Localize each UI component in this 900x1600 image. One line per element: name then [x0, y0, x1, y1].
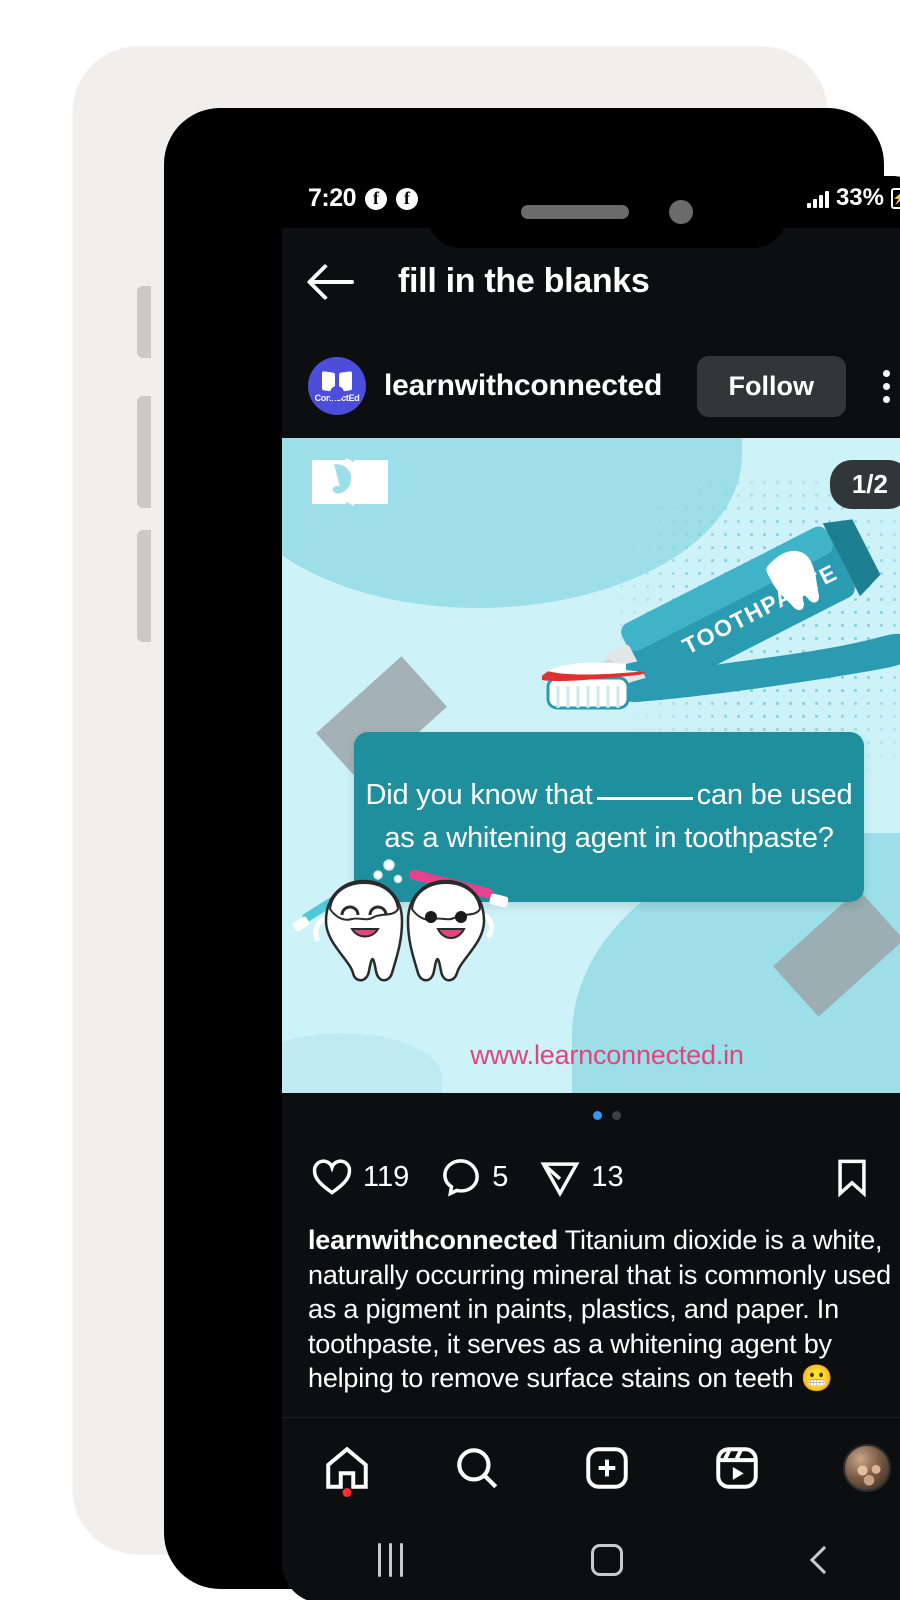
carousel-dot-1[interactable] [593, 1110, 602, 1120]
carousel-dot-2[interactable] [612, 1110, 621, 1120]
bottom-navigation-bar [282, 1417, 900, 1517]
more-options-icon[interactable] [864, 369, 900, 403]
website-url: www.learnconnected.in [470, 1040, 744, 1070]
nav-profile-button[interactable] [832, 1437, 900, 1499]
page-title: fill in the blanks [398, 261, 650, 300]
comment-action[interactable]: 5 [439, 1155, 508, 1199]
android-recents-button[interactable] [342, 1532, 438, 1588]
plus-square-icon[interactable] [582, 1443, 632, 1493]
quiz-blank [596, 796, 693, 800]
post-username[interactable]: learnwithconnected [384, 369, 679, 403]
like-count: 119 [363, 1160, 410, 1193]
signal-icon [806, 188, 829, 208]
screenshot-stage: 7:20 f f 33% ⚡ fill in the blanks learnw… [0, 0, 900, 1600]
phone-frame: 7:20 f f 33% ⚡ fill in the blanks learnw… [74, 48, 900, 1600]
share-paper-plane-icon[interactable] [538, 1155, 582, 1199]
facebook-messenger-icon: f [396, 187, 419, 210]
home-notification-badge [342, 1487, 352, 1497]
profile-avatar[interactable] [843, 1443, 891, 1492]
carousel-dots [282, 1093, 900, 1137]
avatar[interactable]: ConnectEd [308, 357, 366, 415]
post-actions-bar: 119 5 13 [282, 1137, 900, 1217]
save-action[interactable] [830, 1155, 874, 1199]
toothpaste-illustration: TOOTHPASTE [542, 519, 900, 710]
carousel-counter-badge: 1/2 [829, 460, 900, 509]
home-square-icon [590, 1544, 623, 1576]
comment-count: 5 [492, 1160, 509, 1193]
phone-bezel: 7:20 f f 33% ⚡ fill in the blanks learnw… [164, 108, 900, 1600]
status-bar-right: 33% ⚡ [806, 184, 900, 212]
android-home-button[interactable] [559, 1532, 655, 1588]
home-icon[interactable] [322, 1443, 372, 1493]
comment-icon[interactable] [439, 1155, 483, 1199]
share-count: 13 [591, 1160, 624, 1193]
battery-charging-icon: ⚡ [891, 187, 900, 209]
status-bar-left: 7:20 f f [308, 184, 419, 213]
post-caption: learnwithconnected Titanium dioxide is a… [282, 1217, 900, 1396]
reels-icon[interactable] [712, 1443, 762, 1493]
grimacing-face-emoji: 😬 [800, 1363, 834, 1394]
nav-reels-button[interactable] [702, 1437, 772, 1499]
quiz-line-1-before: Did you know that [365, 778, 593, 811]
connected-book-logo-icon [312, 458, 388, 506]
earpiece-speaker [521, 205, 629, 219]
phone-side-button-silent[interactable] [137, 286, 151, 358]
cartoon-teeth-illustration [292, 859, 509, 982]
book-logo-icon [322, 372, 352, 400]
nav-home-button[interactable] [312, 1437, 382, 1499]
share-action[interactable]: 13 [538, 1155, 624, 1199]
android-navigation-bar [282, 1517, 900, 1600]
android-back-button[interactable] [776, 1532, 872, 1588]
heart-icon[interactable] [310, 1155, 354, 1199]
recents-icon [377, 1543, 403, 1577]
phone-side-button-volume-down[interactable] [137, 530, 151, 642]
front-camera [669, 200, 693, 224]
bookmark-icon[interactable] [830, 1155, 874, 1199]
phone-side-button-volume-up[interactable] [137, 396, 151, 508]
battery-percent-label: 33% [835, 184, 884, 211]
nav-search-button[interactable] [442, 1437, 512, 1499]
post-image[interactable]: 1/2 TOOTHPASTE Did you know that can be … [282, 438, 900, 1093]
status-bar: 7:20 f f 33% ⚡ [282, 176, 900, 248]
back-chevron-icon [809, 1545, 838, 1575]
post-header: ConnectEd learnwithconnected Follow [282, 334, 900, 438]
nav-create-button[interactable] [572, 1437, 642, 1499]
follow-button[interactable]: Follow [696, 355, 846, 417]
quiz-line-1: Did you know that can be used [366, 774, 853, 818]
caption-username[interactable]: learnwithconnected [308, 1225, 558, 1255]
like-action[interactable]: 119 [310, 1155, 409, 1199]
phone-screen: 7:20 f f 33% ⚡ fill in the blanks learnw… [282, 176, 900, 1600]
status-bar-clock: 7:20 [308, 184, 357, 212]
search-icon[interactable] [452, 1443, 502, 1493]
back-arrow-icon[interactable] [308, 259, 360, 303]
quiz-line-1-after: can be used [696, 778, 853, 811]
phone-notch [427, 176, 787, 248]
facebook-icon: f [365, 187, 388, 210]
